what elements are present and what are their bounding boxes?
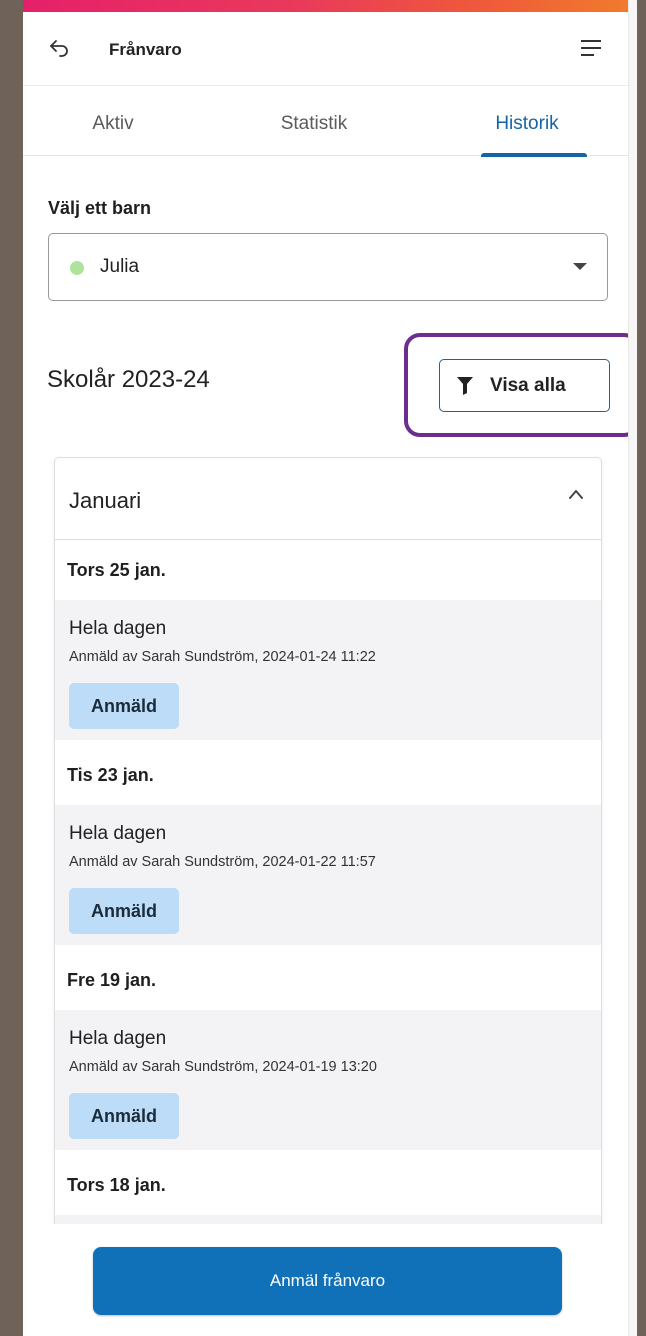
scroll-edge — [628, 0, 637, 1336]
show-all-filter-button[interactable]: Visa alla — [439, 359, 610, 412]
month-header[interactable]: Januari — [55, 458, 601, 540]
school-year-title: Skolår 2023-24 — [47, 366, 210, 393]
absence-entry[interactable]: Hela dagen Anmäld av Sarah Sundström, 20… — [55, 600, 601, 740]
entry-title: Hela dagen — [69, 1028, 167, 1049]
app-screen: Frånvaro Aktiv Statistik Historik Välj e… — [23, 0, 637, 1336]
day-date: Fre 19 jan. — [67, 970, 157, 990]
entry-title: Hela dagen — [69, 618, 167, 639]
status-badge: Anmäld — [69, 888, 179, 934]
page-title: Frånvaro — [109, 40, 182, 59]
tab-aktiv[interactable]: Aktiv — [23, 86, 203, 156]
status-badge: Anmäld — [69, 683, 179, 729]
absence-entry[interactable]: Hela dagen Anmäld av Sarah Sundström, 20… — [55, 805, 601, 945]
day-date: Tis 23 jan. — [67, 765, 154, 785]
child-select-dropdown[interactable]: Julia — [48, 233, 608, 301]
day-date: Tors 18 jan. — [67, 1175, 166, 1195]
entry-meta: Anmäld av Sarah Sundström, 2024-01-22 11… — [69, 854, 376, 870]
hamburger-menu-icon[interactable] — [580, 37, 602, 59]
month-accordion: Januari Tors 25 jan. Hela dagen Anmäld a… — [54, 457, 602, 1232]
entry-meta: Anmäld av Sarah Sundström, 2024-01-24 11… — [69, 649, 376, 665]
child-color-dot — [70, 261, 84, 275]
app-bar: Frånvaro — [23, 12, 628, 86]
status-badge: Anmäld — [69, 1093, 179, 1139]
tab-bar: Aktiv Statistik Historik — [23, 86, 628, 157]
filter-icon — [457, 377, 473, 395]
absence-entry[interactable]: Hela dagen Anmäld av Sarah Sundström, 20… — [55, 1010, 601, 1150]
tab-historik[interactable]: Historik — [437, 86, 617, 157]
child-select-label: Välj ett barn — [48, 198, 152, 218]
tab-statistik[interactable]: Statistik — [224, 86, 404, 156]
month-title: Januari — [69, 488, 142, 513]
brand-stripe — [23, 0, 637, 12]
report-absence-button[interactable]: Anmäl frånvaro — [93, 1247, 562, 1315]
entry-meta: Anmäld av Sarah Sundström, 2024-01-19 13… — [69, 1059, 377, 1075]
back-arrow-icon[interactable] — [47, 36, 71, 60]
day-date: Tors 25 jan. — [67, 560, 166, 580]
entry-title: Hela dagen — [69, 823, 167, 844]
selected-child-name: Julia — [100, 256, 140, 277]
caret-down-icon — [573, 263, 587, 270]
chevron-up-icon — [569, 490, 583, 499]
bottom-action-bar: Anmäl frånvaro — [23, 1224, 628, 1336]
filter-label: Visa alla — [490, 375, 566, 396]
